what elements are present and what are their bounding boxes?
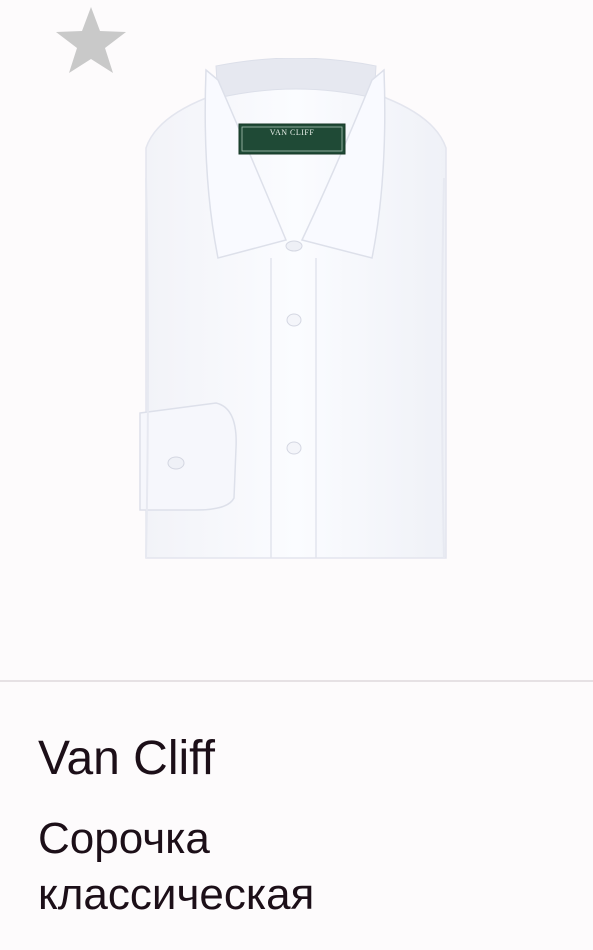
product-title[interactable]: Сорочка классическая bbox=[38, 811, 558, 923]
product-brand[interactable]: Van Cliff bbox=[38, 729, 215, 789]
product-title-line-2: классическая bbox=[38, 870, 315, 919]
product-card[interactable]: VAN CLIFF Van Cliff Сорочка классическая bbox=[0, 0, 593, 950]
shirt-brand-label: VAN CLIFF bbox=[269, 128, 315, 137]
divider bbox=[0, 680, 593, 682]
star-icon[interactable] bbox=[54, 4, 128, 76]
product-image-area[interactable]: VAN CLIFF bbox=[0, 0, 593, 680]
product-title-line-1: Сорочка bbox=[38, 814, 210, 863]
